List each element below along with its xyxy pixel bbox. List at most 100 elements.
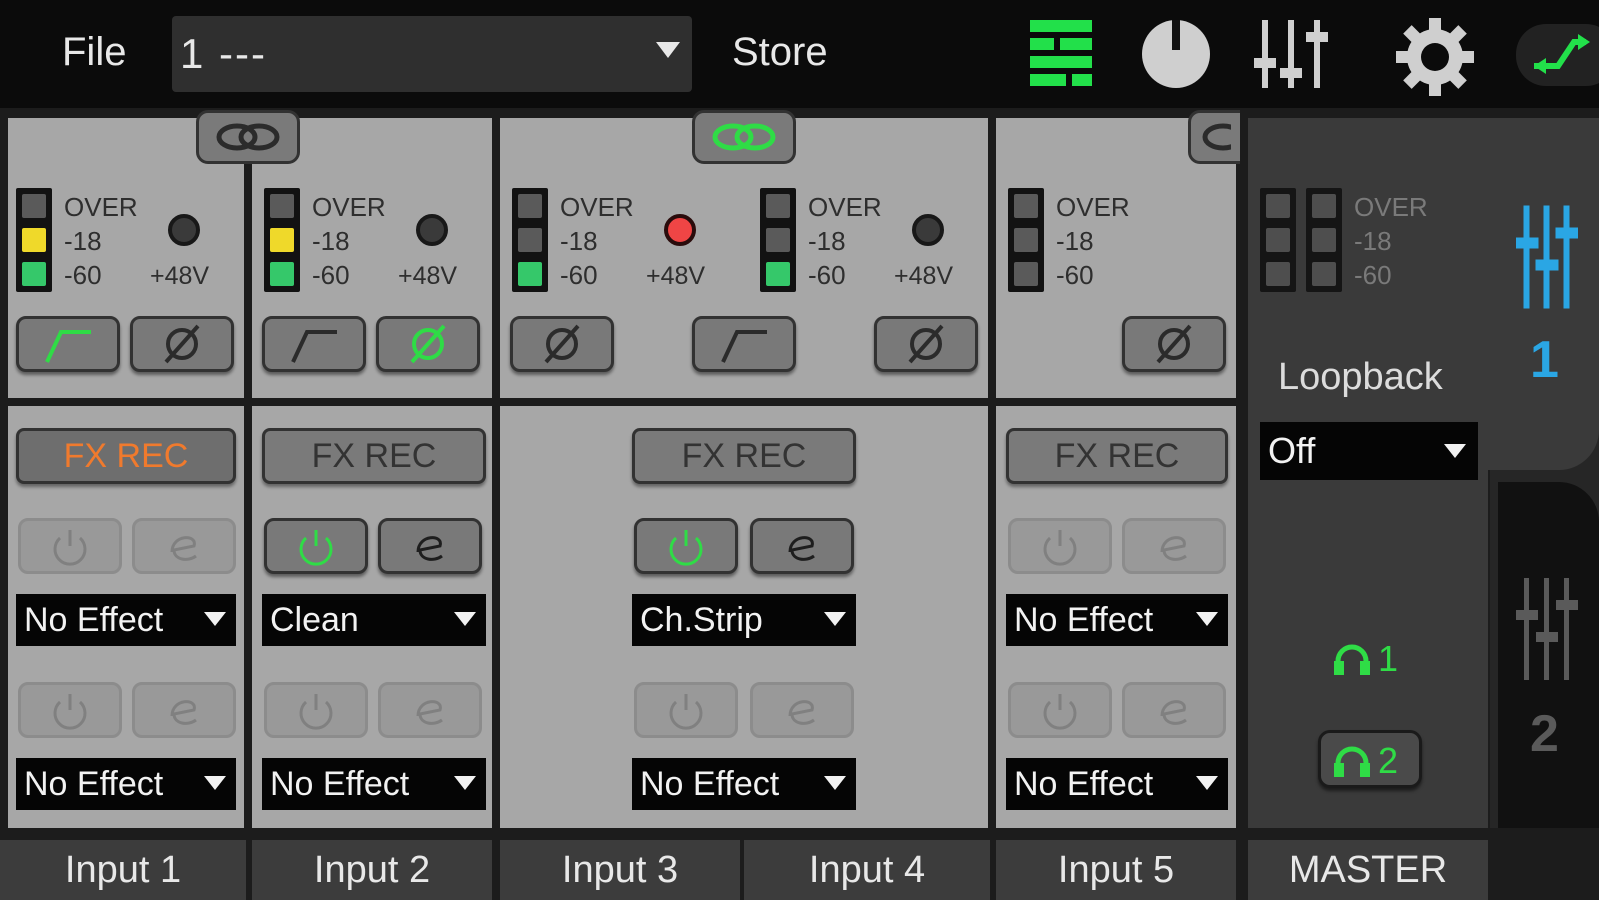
edit-icon [788,700,815,725]
preset-value: 1 --- [180,30,267,77]
stereo-link-button-3-4[interactable] [692,110,796,164]
fx1-edit-button[interactable] [1122,518,1226,574]
power-icon [299,694,333,730]
fx2-edit-button[interactable] [1122,682,1226,738]
fx2-edit-button[interactable] [378,682,482,738]
file-menu[interactable]: File [62,30,126,75]
fx2-select[interactable]: No Effect [632,758,856,810]
mix-2-faders-icon [1516,578,1578,680]
meter-label-60: -60 [808,260,846,290]
stereo-link-button-5-6[interactable] [1188,110,1240,164]
phase-button[interactable] [874,316,978,372]
loopback-label: Loopback [1278,356,1443,398]
tab-2-number: 2 [1530,705,1559,763]
settings-gear-icon[interactable] [1396,18,1474,96]
loopback-select[interactable]: Off [1260,422,1478,480]
power-icon [669,694,703,730]
mixer-view-icon[interactable] [1030,18,1092,90]
phase-button[interactable] [130,316,234,372]
fx1-power-button[interactable] [264,518,368,574]
fx2-select-value: No Effect [640,765,780,803]
link-icon [216,123,280,151]
edit-icon [788,536,815,561]
fx2-power-button[interactable] [264,682,368,738]
phantom-power-toggle[interactable] [912,214,944,246]
phantom-power-toggle[interactable] [168,214,200,246]
chevron-down-icon [1444,444,1466,458]
fx2-select-value: No Effect [1014,765,1154,803]
edit-icon [416,700,443,725]
phase-button[interactable] [1122,316,1226,372]
store-button[interactable]: Store [732,30,828,75]
fx1-power-button[interactable] [1008,518,1112,574]
fx2-select[interactable]: No Effect [16,758,236,810]
fx1-select[interactable]: Clean [262,594,486,646]
phantom-power-toggle[interactable] [664,214,696,246]
fx1-edit-button[interactable] [132,518,236,574]
chevron-down-icon [204,612,226,626]
fx2-select[interactable]: No Effect [262,758,486,810]
faders-icon[interactable] [1252,18,1328,90]
level-meter [1008,188,1044,292]
fx1-edit-button[interactable] [750,518,854,574]
master-meter-right [1306,188,1342,292]
hpf-button[interactable] [262,316,366,372]
phase-icon [410,324,446,364]
fx1-select[interactable]: No Effect [1006,594,1228,646]
fx1-select-value: Ch.Strip [640,601,763,639]
fx2-power-button[interactable] [18,682,122,738]
fx1-select-value: Clean [270,601,359,639]
fx1-select[interactable]: No Effect [16,594,236,646]
fx-rec-button[interactable]: FX REC [262,428,486,484]
meter-label-18: -18 [808,226,846,256]
phantom-power-toggle[interactable] [416,214,448,246]
headphone-1-button[interactable]: 1 [1332,638,1398,680]
phase-button[interactable] [376,316,480,372]
level-meter [264,188,300,292]
hpf-icon [291,330,337,363]
fx-rec-button[interactable]: FX REC [632,428,856,484]
meter-label-60: -60 [312,260,350,290]
mix-1-faders-icon [1516,205,1578,309]
fx1-power-button[interactable] [18,518,122,574]
fx1-power-button[interactable] [634,518,738,574]
fx2-select[interactable]: No Effect [1006,758,1228,810]
fx2-edit-button[interactable] [132,682,236,738]
fx1-select[interactable]: Ch.Strip [632,594,856,646]
power-icon [299,530,333,566]
channel-label-input-4: Input 4 [744,840,990,900]
chevron-down-icon [454,776,476,790]
meter-label-over: OVER [1056,192,1130,222]
fx-rec-button[interactable]: FX REC [16,428,236,484]
fx1-select-value: No Effect [24,601,164,639]
phase-icon [164,324,200,364]
hpf-icon [721,330,767,363]
meter-label-18: -18 [312,226,350,256]
meter-label-18: -18 [560,226,598,256]
meter-label-over: OVER [1354,192,1428,222]
stereo-link-button-1-2[interactable] [196,110,300,164]
meter-label-over: OVER [64,192,138,222]
fx-rec-button[interactable]: FX REC [1006,428,1228,484]
fx2-power-button[interactable] [634,682,738,738]
phase-button[interactable] [510,316,614,372]
fx2-select-value: No Effect [270,765,410,803]
channel-label-input-2: Input 2 [252,840,492,900]
meter-label-60: -60 [560,260,598,290]
meter-label-60: -60 [64,260,102,290]
headphone-2-label: 2 [1378,740,1399,781]
hpf-button[interactable] [16,316,120,372]
preset-select[interactable]: 1 --- [172,16,692,92]
gain-knob-icon[interactable] [1140,18,1212,90]
routing-icon[interactable] [1516,24,1599,86]
meter-label-18: -18 [64,226,102,256]
fx2-power-button[interactable] [1008,682,1112,738]
fx1-edit-button[interactable] [378,518,482,574]
fx2-edit-button[interactable] [750,682,854,738]
edit-icon [170,536,197,561]
hpf-button[interactable] [692,316,796,372]
channel-label-master: MASTER [1248,840,1488,900]
link-icon [712,123,776,151]
level-meter [16,188,52,292]
headphone-2-content: 2 [1332,740,1398,782]
